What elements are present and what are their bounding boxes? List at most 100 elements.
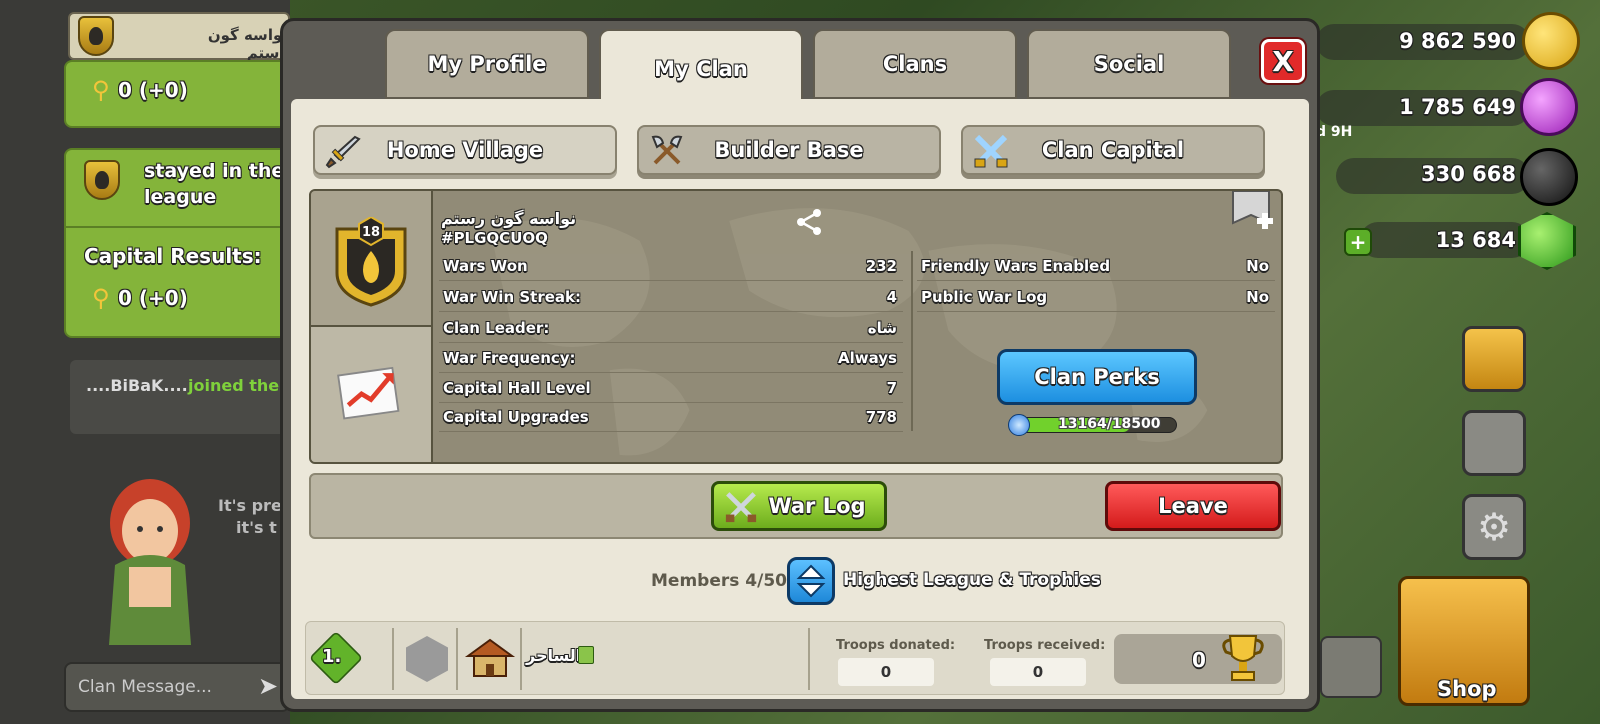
chat-league-line1: stayed in the [144,160,285,182]
clan-badge-area: 18 [311,191,433,327]
troops-donated-label: Troops donated: [836,638,956,653]
clan-dialog: My Profile My Clan Clans Social X Home V… [280,18,1320,712]
troops-donated-value: 0 [838,658,934,686]
clan-chat-panel: نواسه گون رستم ⚲ 0 (+0) stayed in the le… [0,0,290,724]
stat-value: Always [838,349,897,367]
chat-score: 0 (+0) [118,78,188,102]
troops-received-value: 0 [990,658,1086,686]
subtab-home-village[interactable]: Home Village [313,125,617,175]
clan-stats-icon-area [311,327,433,462]
divider [520,628,522,690]
subtab-builder-base[interactable]: Builder Base [637,125,941,175]
chat-league-line2: league [144,186,217,208]
member-row[interactable]: 1. الساحر Troops donated: 0 Troops recei… [305,621,1285,695]
events-button[interactable] [1462,326,1526,392]
elixir-icon [1520,78,1578,136]
progress-text: 13164/18500 [1058,416,1161,432]
tab-social[interactable]: Social [1027,29,1231,99]
stats-chart-icon [337,366,400,420]
stat-label: War Frequency: [443,349,576,367]
chat-card-capital: stayed in the league Capital Results: ⚲ … [64,148,290,338]
subtab-label: Builder Base [714,138,864,162]
members-count: Members 4/50 [651,571,787,591]
sword-icon [325,135,361,169]
tip-line2: it's t [236,518,277,537]
stat-value: 778 [865,408,897,426]
stat-label: Wars Won [443,257,528,275]
layout-edit-button[interactable] [1462,410,1526,476]
dark-elixir-icon [1520,148,1578,206]
league-icon [406,636,448,682]
stat-war-frequency: War Frequency: Always [439,343,903,373]
clan-perks-progress: 13164/18500 [1008,414,1177,436]
close-button[interactable]: X [1261,39,1305,83]
subtab-label: Home Village [386,138,544,162]
chat-clan-header[interactable]: نواسه گون رستم [68,12,290,62]
member-trophies: 0 [1114,634,1282,684]
sort-members-button[interactable] [787,557,835,605]
stat-label: Friendly Wars Enabled [921,257,1111,275]
stat-clan-leader: Clan Leader: شاه [439,313,903,343]
subtab-label: Clan Capital [1041,138,1185,162]
capital-results-label: Capital Results: [84,244,262,268]
tab-clans[interactable]: Clans [813,29,1017,99]
trophy-icon: ⚲ [92,76,110,104]
trophy-count: 0 [1192,648,1206,672]
chat-action: joined the [188,376,280,395]
send-icon[interactable]: ➤ [258,672,278,700]
stat-label: Capital Upgrades [443,408,589,426]
share-icon[interactable] [795,207,825,237]
trophy-icon [1222,635,1264,681]
stat-label: Public War Log [921,288,1048,306]
stat-value: 7 [886,379,897,397]
settings-button[interactable]: ⚙ [1462,494,1526,560]
chat-message-input[interactable]: Clan Message... ➤ [64,662,290,712]
member-rank: 1. [322,646,342,667]
clan-tag: #PLGQCUOQ [441,229,548,247]
gold-amount: 9 862 590 [1399,29,1516,53]
tab-my-profile[interactable]: My Profile [385,29,589,99]
stat-wars-won: Wars Won 232 [439,251,903,281]
stat-capital-hall-level: Capital Hall Level 7 [439,373,903,403]
add-gems-button[interactable]: + [1344,228,1372,256]
dark-elixir-amount: 330 668 [1421,162,1516,186]
chat-message: ....BiBaK.... joined the [70,360,290,434]
shop-label: Shop [1437,677,1497,701]
divider [808,628,810,690]
leave-button[interactable]: Leave [1105,481,1281,531]
sort-arrows-icon [796,564,826,598]
capital-badge-icon [84,160,120,200]
column-divider [911,251,913,431]
clan-info-block: 18 نواسه گون رستم #PLGQCUOQ Wars Won 232… [309,189,1283,464]
gems-amount: 13 684 [1435,228,1516,252]
troops-received-label: Troops received: [984,638,1106,653]
trophy-icon: ⚲ [92,284,110,312]
stat-value: 4 [886,288,897,306]
shop-button[interactable]: Shop [1398,576,1530,706]
sort-mode-label: Highest League & Trophies [843,570,1101,590]
stat-value: No [1246,288,1269,306]
clan-badge-icon [78,16,114,56]
bookmark-add-icon[interactable] [1231,189,1279,233]
war-log-label: War Log [768,494,866,518]
subtab-clan-capital[interactable]: Clan Capital [961,125,1265,175]
helper-character-image [109,479,191,645]
stat-friendly-wars: Friendly Wars Enabled No [917,251,1275,281]
crossed-swords-icon [725,492,757,523]
clan-perks-button[interactable]: Clan Perks [997,349,1197,405]
stat-capital-upgrades: Capital Upgrades 778 [439,402,903,432]
chat-card-league: ⚲ 0 (+0) [64,60,290,128]
gem-icon [1518,212,1576,270]
stat-value: شاه [867,319,897,337]
chat-input-placeholder: Clan Message... [78,677,212,697]
chat-clan-name: نواسه گون رستم [207,26,288,62]
stat-public-war-log: Public War Log No [917,282,1275,312]
stat-label: Clan Leader: [443,319,550,337]
capital-score: 0 (+0) [118,286,188,310]
tip-line1: It's pre [218,496,282,515]
notes-button[interactable] [1320,636,1382,698]
tab-my-clan[interactable]: My Clan [599,29,803,107]
clan-name: نواسه گون رستم [441,209,577,228]
stat-label: War Win Streak: [443,288,581,306]
war-log-button[interactable]: War Log [711,481,887,531]
